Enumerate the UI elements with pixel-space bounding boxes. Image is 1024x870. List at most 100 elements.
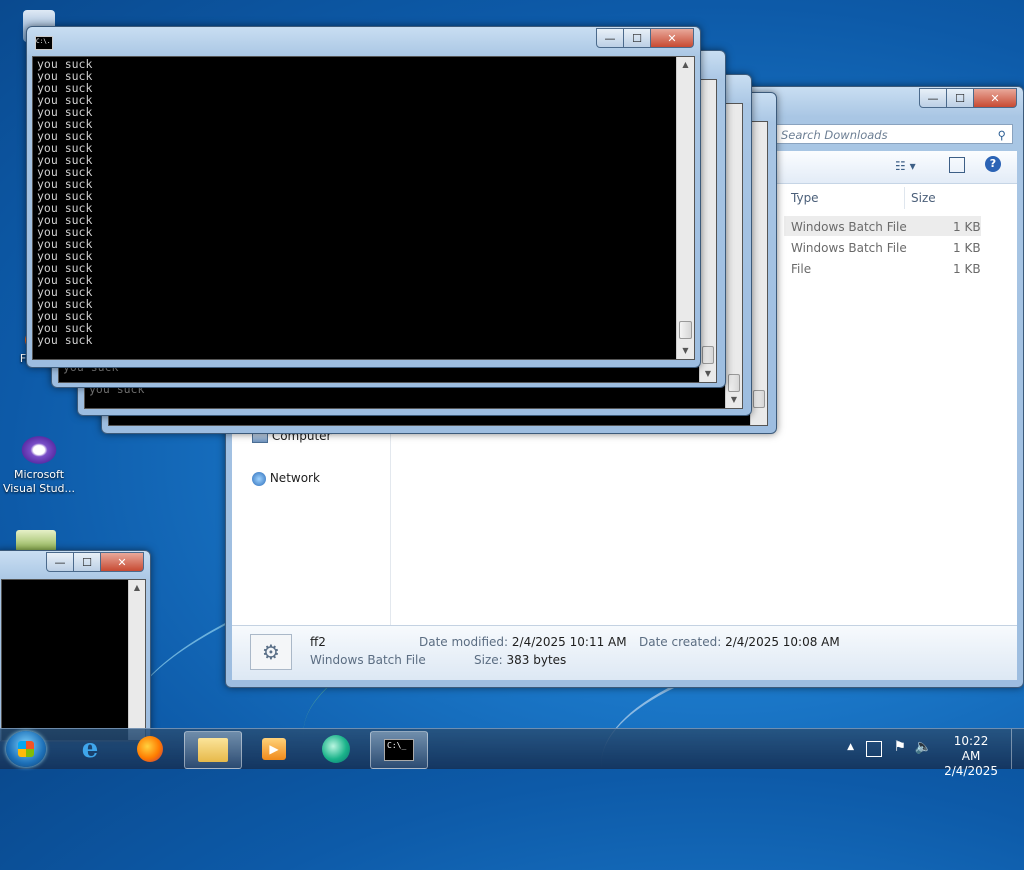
console-line: you suck — [37, 129, 93, 143]
nav-item-label: Network — [269, 471, 320, 485]
file-kind: Windows Batch File — [310, 653, 426, 667]
volume-muted-icon[interactable]: 🔈 — [915, 739, 932, 755]
scroll-down-arrow[interactable]: ▼ — [726, 392, 742, 408]
taskbar-internet-explorer[interactable]: e — [62, 731, 118, 767]
console-line: you suck — [37, 321, 93, 335]
close-button[interactable]: ✕ — [650, 28, 694, 48]
taskbar-firefox[interactable] — [122, 731, 178, 767]
search-input[interactable]: Search Downloads ⚲ — [775, 124, 1013, 144]
scroll-down-arrow[interactable]: ▼ — [677, 343, 694, 359]
media-player-icon: ▶ — [262, 738, 286, 760]
console-window-front[interactable]: C:\. — ☐ ✕ you suck you suck you suck you s… — [26, 26, 701, 368]
desktop-icon-visual-studio[interactable]: Microsoft Visual Stud... — [2, 434, 76, 496]
row-size: 1 KB — [953, 220, 981, 234]
row-type: Windows Batch File — [791, 241, 907, 255]
console-line: you suck — [37, 249, 93, 263]
file-name: ff2 — [310, 635, 326, 649]
maximize-button[interactable]: ☐ — [946, 88, 974, 108]
folder-icon — [198, 738, 228, 762]
console-line: you suck — [37, 333, 93, 347]
show-hidden-icons[interactable]: ▲ — [847, 742, 854, 752]
vertical-scrollbar[interactable] — [750, 122, 767, 425]
scroll-up-arrow[interactable]: ▲ — [677, 57, 694, 73]
file-size: Size: 383 bytes — [474, 653, 567, 667]
console-line: you suck — [37, 81, 93, 95]
windows-logo-icon — [18, 741, 34, 757]
row-size: 1 KB — [953, 262, 981, 276]
scrollbar-thumb[interactable] — [702, 346, 714, 364]
preview-pane-icon[interactable] — [949, 157, 965, 173]
console-window-icon: C:\. — [35, 36, 53, 50]
console-line: you suck — [37, 141, 93, 155]
console-line: you suck — [37, 261, 93, 275]
scroll-up-arrow[interactable]: ▲ — [129, 580, 145, 596]
close-button[interactable]: ✕ — [973, 88, 1017, 108]
firefox-icon — [137, 736, 163, 762]
console-line: you suck — [37, 201, 93, 215]
console-line: you suck — [37, 237, 93, 251]
taskbar: e ▶ C:\_ ▲ ⚑ 🔈 10:22 AM 2/4/2025 — [0, 728, 1024, 778]
explorer-window-controls: — ☐ ✕ — [919, 88, 1017, 108]
clock-time: 10:22 AM — [953, 734, 989, 763]
vertical-scrollbar[interactable]: ▼ — [699, 80, 716, 382]
desktop-shortcut-icon[interactable] — [16, 530, 56, 552]
minimize-button[interactable]: — — [596, 28, 624, 48]
desktop-icon-label: Microsoft Visual Stud... — [2, 468, 76, 495]
scrollbar-thumb[interactable] — [753, 390, 765, 408]
column-divider — [904, 187, 905, 209]
taskbar-cmd[interactable]: C:\_ — [370, 731, 428, 769]
console-line: you suck — [37, 153, 93, 167]
vertical-scrollbar[interactable]: ▼ — [725, 104, 742, 408]
view-options-icon[interactable]: ☷ ▾ — [895, 159, 916, 173]
console-line: you suck — [37, 189, 93, 203]
network-tray-icon[interactable] — [866, 741, 882, 757]
row-type: File — [791, 262, 812, 276]
console-line: you suck — [37, 57, 93, 71]
nav-pane-divider — [390, 401, 391, 625]
scrollbar-thumb[interactable] — [679, 321, 692, 339]
console-line: you suck — [37, 93, 93, 107]
maximize-button[interactable]: ☐ — [623, 28, 651, 48]
scrollbar-thumb[interactable] — [728, 374, 740, 392]
nav-item-network[interactable]: Network — [252, 471, 320, 486]
minimize-button[interactable]: — — [46, 552, 74, 572]
help-icon[interactable]: ? — [985, 156, 1001, 172]
action-center-flag-icon[interactable]: ⚑ — [893, 739, 906, 755]
scroll-down-arrow[interactable]: ▼ — [700, 366, 716, 382]
date-created: Date created: 2/4/2025 10:08 AM — [639, 635, 840, 649]
console-line: you suck — [37, 225, 93, 239]
console-line: you suck — [37, 285, 93, 299]
console-line: you suck — [37, 117, 93, 131]
maximize-button[interactable]: ☐ — [73, 552, 101, 572]
details-pane: ⚙ ff2 Windows Batch File Date modified: … — [232, 625, 1017, 680]
column-header-type[interactable]: Type — [791, 191, 819, 205]
console-line: you suck — [37, 297, 93, 311]
row-type: Windows Batch File — [791, 220, 907, 234]
vertical-scrollbar[interactable]: ▲ — [128, 580, 145, 740]
small-window-controls: — ☐ ✕ — [46, 552, 144, 572]
vertical-scrollbar[interactable]: ▲ ▼ — [676, 57, 694, 359]
show-desktop-button[interactable] — [1011, 729, 1024, 769]
taskbar-app[interactable] — [308, 731, 364, 767]
batch-file-icon: ⚙ — [250, 634, 292, 670]
visual-studio-icon — [19, 434, 59, 466]
row-size: 1 KB — [953, 241, 981, 255]
search-icon: ⚲ — [997, 128, 1006, 142]
clock-date: 2/4/2025 — [944, 764, 998, 778]
console-line: you suck — [37, 213, 93, 227]
console-line: you suck — [37, 177, 93, 191]
taskbar-explorer[interactable] — [184, 731, 242, 769]
taskbar-media-player[interactable]: ▶ — [246, 731, 302, 767]
start-button[interactable] — [6, 731, 46, 767]
clock[interactable]: 10:22 AM 2/4/2025 — [944, 734, 998, 779]
console-line: you suck — [37, 309, 93, 323]
console-window-small[interactable]: — ☐ ✕ ▲ — [0, 550, 151, 742]
console-line: you suck — [37, 273, 93, 287]
cmd-icon: C:\_ — [384, 739, 414, 761]
network-icon — [252, 471, 266, 486]
column-header-size[interactable]: Size — [911, 191, 936, 205]
minimize-button[interactable]: — — [919, 88, 947, 108]
app-icon — [322, 735, 350, 763]
close-button[interactable]: ✕ — [100, 552, 144, 572]
console-output: you suck you suck you suck you suck you suck… — [32, 56, 695, 360]
